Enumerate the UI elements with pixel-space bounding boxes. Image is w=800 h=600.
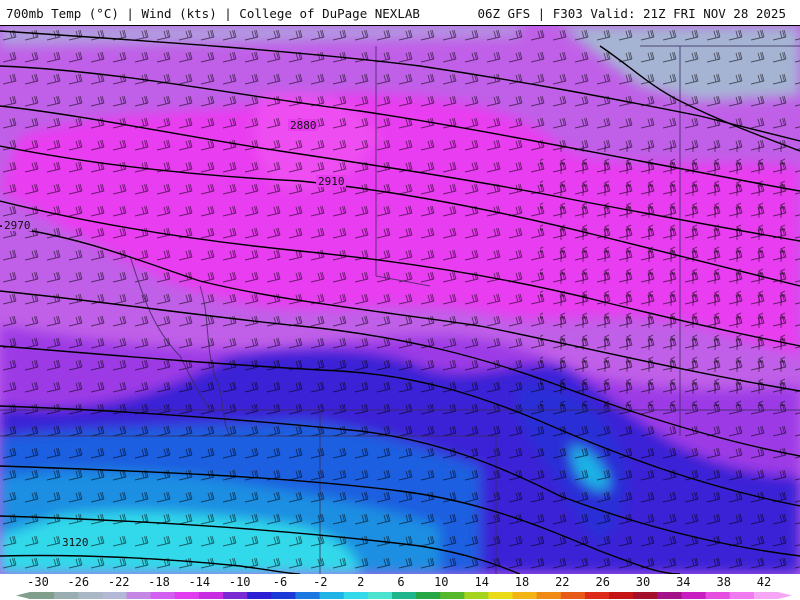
- map-frame: 700mb Temp (°C) | Wind (kts) | College o…: [0, 0, 800, 600]
- colorbar-tick-label: -10: [229, 575, 251, 589]
- colorbar-swatch: [705, 592, 731, 599]
- colorbar-tick-label: -14: [188, 575, 210, 589]
- colorbar-swatch: [319, 592, 345, 599]
- colorbar-tick-label: 34: [676, 575, 690, 589]
- colorbar-tick-label: -18: [148, 575, 170, 589]
- colorbar-swatch: [657, 592, 682, 599]
- colorbar-swatch: [584, 592, 610, 599]
- contour-label-2910: 2910: [318, 175, 345, 188]
- colorbar-swatch: [367, 592, 393, 599]
- colorbar-swatch: [633, 592, 658, 599]
- colorbar-swatch: [247, 592, 272, 599]
- contour-label-2880: 2880: [290, 119, 317, 132]
- colorbar-swatch: [223, 592, 248, 599]
- colorbar-right-arrow: [778, 592, 792, 599]
- colorbar-tick-label: 18: [515, 575, 529, 589]
- colorbar-swatch: [78, 592, 103, 599]
- map-panel: 2880 2910 2970 3120: [0, 26, 800, 574]
- colorbar-tick-label: 38: [716, 575, 730, 589]
- colorbar-swatch: [30, 592, 55, 599]
- colorbar-tick-label: 14: [474, 575, 488, 589]
- colorbar-tick-label: 26: [595, 575, 609, 589]
- colorbar-tick-label: 30: [636, 575, 650, 589]
- colorbar-swatch: [729, 592, 755, 599]
- colorbar: -30 -26 -22 -18 -14 -10 -6 -2 2 6 10 14 18 22 26 30 34 38…: [0, 574, 800, 600]
- colorbar-tick-label: -26: [67, 575, 89, 589]
- colorbar-tick-label: 6: [397, 575, 404, 589]
- colorbar-tick-label: 42: [757, 575, 771, 589]
- colorbar-swatch: [440, 592, 465, 599]
- colorbar-swatch: [343, 592, 369, 599]
- colorbar-swatch: [609, 592, 634, 599]
- colorbar-tick-label: -6: [273, 575, 287, 589]
- colorbar-swatch: [54, 592, 79, 599]
- colorbar-tick-label: 2: [357, 575, 364, 589]
- colorbar-tick-label: 22: [555, 575, 569, 589]
- colorbar-tick-label: -2: [313, 575, 327, 589]
- colorbar-swatch: [488, 592, 514, 599]
- colorbar-swatch: [391, 592, 417, 599]
- colorbar-swatch: [560, 592, 586, 599]
- colorbar-left-arrow: [16, 592, 30, 599]
- header-bar: 700mb Temp (°C) | Wind (kts) | College o…: [0, 0, 800, 26]
- contour-label-3120: 3120: [62, 536, 89, 549]
- colorbar-swatch: [512, 592, 538, 599]
- colorbar-swatch: [198, 592, 224, 599]
- colorbar-swatch: [174, 592, 200, 599]
- product-title: 700mb Temp (°C) | Wind (kts) | College o…: [6, 6, 420, 21]
- colorbar-swatch: [102, 592, 128, 599]
- colorbar-tick-label: 10: [434, 575, 448, 589]
- colorbar-swatch: [416, 592, 441, 599]
- colorbar-tick-labels: -30 -26 -22 -18 -14 -10 -6 -2 2 6 10 14 18 22 26 30 34 38…: [27, 575, 771, 589]
- colorbar-tick-label: -30: [27, 575, 49, 589]
- colorbar-swatches: [16, 592, 792, 599]
- colorbar-swatch: [271, 592, 296, 599]
- colorbar-swatch: [753, 592, 779, 599]
- colorbar-swatch: [536, 592, 562, 599]
- contour-label-2970: 2970: [4, 219, 31, 232]
- colorbar-tick-label: -22: [108, 575, 130, 589]
- colorbar-swatch: [681, 592, 707, 599]
- colorbar-swatch: [126, 592, 152, 599]
- model-valid-time: 06Z GFS | F303 Valid: 21Z FRI NOV 28 202…: [477, 6, 786, 21]
- colorbar-swatch: [464, 592, 489, 599]
- colorbar-swatch: [295, 592, 321, 599]
- colorbar-swatch: [150, 592, 176, 599]
